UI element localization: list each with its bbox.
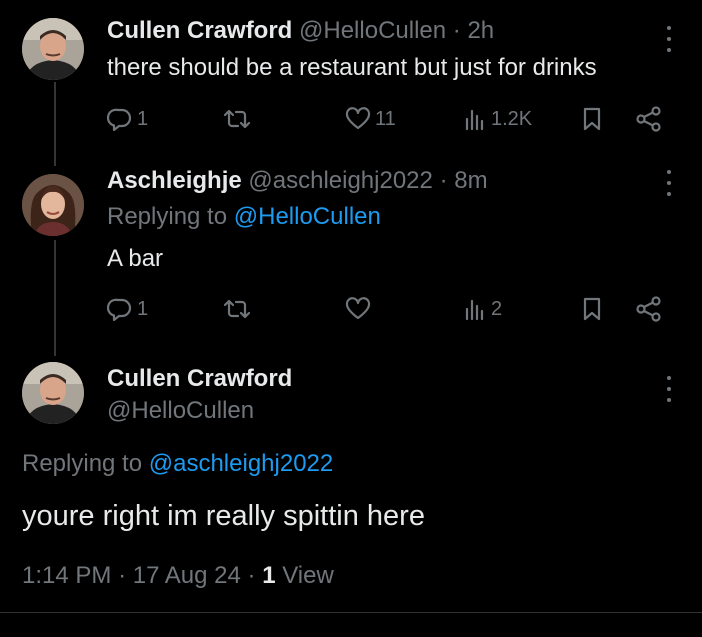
bookmark-icon — [583, 297, 601, 321]
post-time[interactable]: 1:14 PM — [22, 562, 111, 589]
like-button[interactable]: 11 — [345, 102, 396, 136]
separator-dot: · — [118, 562, 127, 589]
more-vertical-icon[interactable] — [666, 26, 672, 52]
reply-button[interactable]: 1 — [107, 292, 148, 326]
replying-to: Replying to @HelloCullen — [107, 202, 381, 232]
post-header: Cullen Crawford @HelloCullen · 2h — [107, 16, 494, 46]
focused-post: Cullen Crawford @HelloCullen Replying to… — [0, 350, 702, 637]
heart-icon — [345, 107, 371, 130]
separator-dot: · — [439, 167, 448, 194]
avatar[interactable] — [22, 362, 84, 424]
share-button[interactable] — [635, 292, 663, 326]
more-vertical-icon[interactable] — [666, 376, 672, 402]
share-button[interactable] — [635, 102, 663, 136]
focused-author-name[interactable]: Cullen Crawford — [107, 364, 292, 394]
view-count: 1.2K — [491, 107, 533, 130]
author-name[interactable]: Cullen Crawford — [107, 365, 292, 392]
repost-icon — [223, 299, 251, 319]
action-bar: 1 2 — [107, 292, 667, 326]
author-name[interactable]: Cullen Crawford — [107, 17, 292, 44]
view-count: 1 — [262, 562, 276, 589]
view-label: View — [282, 562, 334, 589]
focused-post-text: youre right im really spittin here — [22, 500, 425, 532]
heart-icon — [345, 297, 371, 320]
reply-count: 1 — [137, 107, 149, 130]
reply-button[interactable]: 1 — [107, 102, 148, 136]
author-handle[interactable]: @HelloCullen — [299, 17, 446, 44]
bookmark-button[interactable] — [581, 292, 603, 326]
replying-to-label: Replying to — [22, 450, 143, 477]
replying-to: Replying to @aschleighj2022 — [22, 450, 333, 478]
avatar[interactable] — [22, 18, 84, 80]
views-icon — [465, 299, 484, 321]
repost-icon — [223, 109, 251, 129]
share-icon — [636, 106, 661, 132]
more-vertical-icon[interactable] — [666, 170, 672, 196]
post-time[interactable]: 8m — [454, 167, 487, 194]
like-count: 11 — [375, 107, 396, 130]
views-icon — [465, 109, 484, 131]
reply-icon — [107, 108, 132, 131]
focused-author-handle[interactable]: @HelloCullen — [107, 396, 254, 426]
view-count: 2 — [491, 297, 503, 320]
post-2[interactable]: Aschleighje @aschleighj2022 · 8m Replyin… — [0, 160, 702, 350]
like-button[interactable] — [345, 292, 375, 326]
replying-to-handle[interactable]: @aschleighj2022 — [149, 450, 334, 477]
post-header: Aschleighje @aschleighj2022 · 8m — [107, 166, 488, 196]
author-handle[interactable]: @HelloCullen — [107, 397, 254, 424]
post-timestamp: 1:14 PM · 17 Aug 24 · 1 View — [22, 562, 334, 590]
post-1[interactable]: Cullen Crawford @HelloCullen · 2h there … — [0, 0, 702, 160]
separator-dot: · — [247, 562, 256, 589]
author-handle[interactable]: @aschleighj2022 — [248, 167, 433, 194]
divider — [0, 612, 702, 613]
author-name[interactable]: Aschleighje — [107, 167, 242, 194]
action-bar: 1 11 1.2K — [107, 102, 667, 136]
reply-icon — [107, 298, 132, 321]
repost-button[interactable] — [222, 102, 256, 136]
views-button[interactable]: 2 — [463, 292, 502, 326]
share-icon — [636, 296, 661, 322]
reply-count: 1 — [137, 297, 149, 320]
post-date[interactable]: 17 Aug 24 — [133, 562, 241, 589]
post-text: A bar — [107, 245, 164, 272]
bookmark-button[interactable] — [581, 102, 603, 136]
repost-button[interactable] — [222, 292, 256, 326]
bookmark-icon — [583, 107, 601, 131]
avatar[interactable] — [22, 174, 84, 236]
post-text: there should be a restaurant but just fo… — [107, 54, 597, 81]
replying-to-handle[interactable]: @HelloCullen — [234, 203, 381, 230]
post-time[interactable]: 2h — [467, 17, 494, 44]
replying-to-label: Replying to — [107, 203, 228, 230]
views-button[interactable]: 1.2K — [463, 102, 532, 136]
separator-dot: · — [452, 17, 461, 44]
